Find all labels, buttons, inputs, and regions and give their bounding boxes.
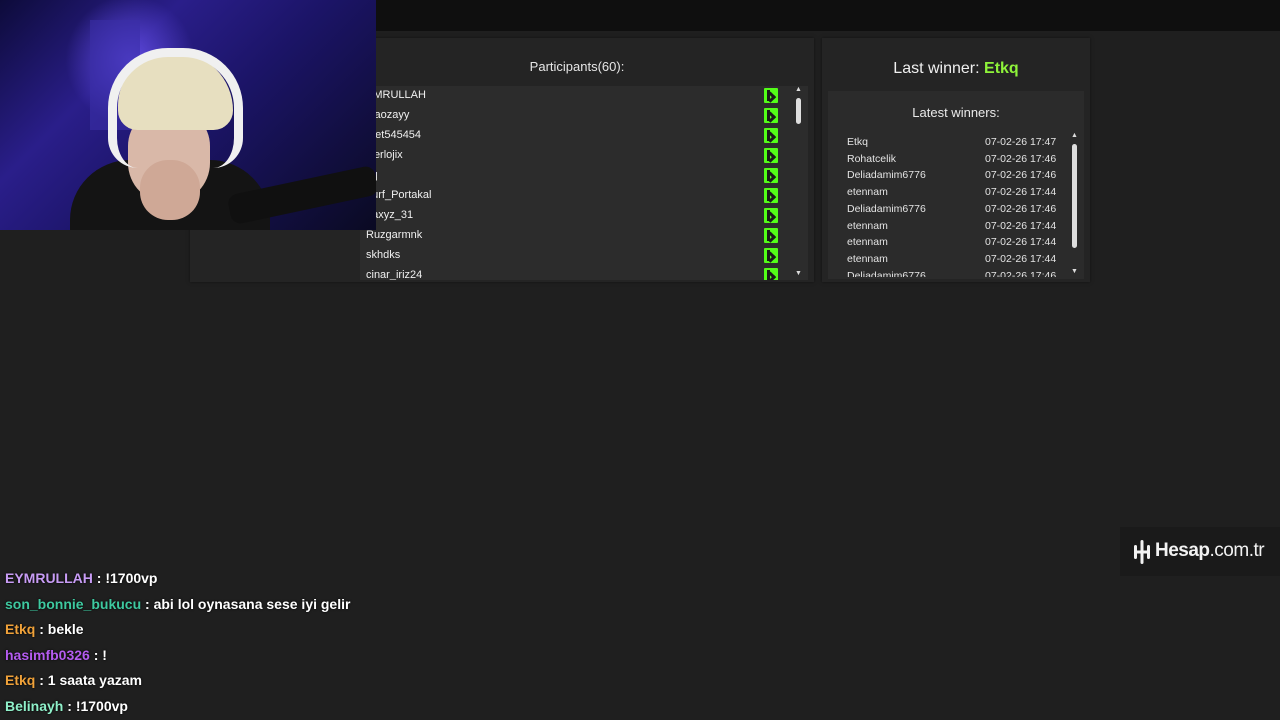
chat-text: ! (102, 646, 107, 663)
chat-message: Etkq : 1 saata yazam (5, 668, 605, 694)
participant-name: Ruzgarmnk (366, 229, 423, 241)
participant-name: cinar_iriz24 (366, 269, 423, 280)
winner-time: 07-02-26 17:44 (985, 252, 1057, 265)
winner-time: 07-02-26 17:44 (985, 219, 1057, 232)
webcam-overlay (0, 0, 376, 230)
participant-row[interactable]: lhaozayy (360, 106, 808, 126)
winner-row: etennam 07-02-26 17:44 (842, 235, 1072, 251)
participant-row[interactable]: nurf_Portakal (360, 186, 808, 206)
kick-logo-icon (764, 188, 778, 203)
participant-row[interactable]: YMRULLAH (360, 86, 808, 106)
kick-logo-icon (764, 168, 778, 183)
chat-separator: : (35, 621, 48, 638)
winner-name: Deliadamim6776 (847, 169, 926, 182)
chat-username: Etkq (5, 621, 36, 638)
participant-row[interactable]: cinar_iriz24 (360, 266, 808, 280)
chat-separator: : (63, 697, 76, 714)
chat-username: Etkq (5, 672, 36, 689)
chat-text: !1700vp (75, 697, 128, 714)
winner-time: 07-02-26 17:46 (985, 152, 1057, 165)
scroll-thumb[interactable] (1072, 144, 1077, 248)
scroll-thumb[interactable] (796, 98, 801, 124)
chat-separator: : (141, 595, 154, 612)
winners-panel: Last winner: Etkq Latest winners: Etkq 0… (822, 38, 1090, 282)
chat-text: 1 saata yazam (47, 672, 142, 689)
winner-name: Rohatcelik (847, 152, 897, 165)
winner-name: etennam (847, 252, 888, 265)
winner-name: etennam (847, 219, 888, 232)
triangle-down-icon[interactable]: ▼ (795, 270, 802, 277)
participant-row[interactable]: skhdks (360, 246, 808, 266)
participants-scrollbar[interactable]: ▲ ▼ (794, 86, 804, 280)
triangle-up-icon[interactable]: ▲ (795, 86, 802, 93)
logo-domain: .com.tr (1209, 540, 1265, 561)
winner-name: Etkq (847, 136, 869, 148)
latest-winners-box: Latest winners: Etkq 07-02-26 17:47 Rohat… (828, 91, 1084, 279)
winner-row: Deliadamim6776 07-02-26 17:46 (842, 269, 1072, 277)
participant-row[interactable]: kq (360, 166, 808, 186)
chat-separator: : (92, 570, 106, 586)
winner-time: 07-02-26 17:46 (985, 202, 1057, 215)
winner-name: etennam (847, 186, 888, 199)
chat-message: EYMRULLAH : !1700vp (5, 566, 605, 592)
chat-overlay: EYMRULLAH : !1700vp son_bonnie_bukucu : a… (5, 566, 605, 720)
last-winner-heading: Last winner: Etkq (822, 60, 1090, 78)
winner-row: etennam 07-02-26 17:44 (842, 252, 1072, 268)
participants-list[interactable]: YMRULLAH lhaozayy met545454 iserlojix kq… (360, 86, 808, 280)
winners-scrollbar[interactable]: ▲ ▼ (1070, 132, 1080, 278)
participant-row[interactable]: iserlojix (360, 146, 808, 166)
headphones-graphic (108, 48, 243, 168)
participant-row[interactable]: Ruzgarmnk (360, 226, 808, 246)
chat-separator: : (35, 672, 48, 689)
chat-username: Belinayh (5, 697, 64, 714)
winner-name: Deliadamim6776 (847, 202, 926, 215)
triangle-down-icon[interactable]: ▼ (1071, 268, 1078, 275)
winner-row: etennam 07-02-26 17:44 (842, 219, 1072, 235)
logo-brand: Hesap (1155, 540, 1210, 561)
chat-message: hasimfb0326 : ! (5, 643, 605, 669)
participant-name: skhdks (366, 249, 401, 261)
winner-row: Rohatcelik 07-02-26 17:46 (842, 152, 1072, 168)
chat-text: !1700vp (105, 570, 158, 586)
winner-row: Deliadamim6776 07-02-26 17:46 (842, 168, 1072, 184)
winner-name: Deliadamim6776 (847, 269, 926, 277)
winner-row: Etkq 07-02-26 17:47 (842, 135, 1072, 151)
participant-row[interactable]: met545454 (360, 126, 808, 146)
winner-time: 07-02-26 17:47 (985, 136, 1057, 148)
kick-logo-icon (764, 268, 778, 280)
hesap-logo-icon (1134, 540, 1150, 564)
winner-time: 07-02-26 17:46 (985, 269, 1057, 277)
kick-logo-icon (764, 228, 778, 243)
chat-text: bekle (47, 621, 84, 638)
chat-message: Belinayh : !1700vp (5, 694, 605, 720)
chat-username: EYMRULLAH (5, 570, 93, 586)
kick-logo-icon (764, 128, 778, 143)
winner-row: Deliadamim6776 07-02-26 17:46 (842, 202, 1072, 218)
kick-logo-icon (764, 208, 778, 223)
triangle-up-icon[interactable]: ▲ (1071, 132, 1078, 139)
chat-username: hasimfb0326 (5, 646, 90, 663)
chat-text: abi lol oynasana sese iyi gelir (153, 595, 351, 612)
hesap-logo: Hesap.com.tr (1120, 527, 1280, 576)
winner-time: 07-02-26 17:44 (985, 236, 1057, 249)
participant-row[interactable]: daxyz_31 (360, 206, 808, 226)
chat-message: son_bonnie_bukucu : abi lol oynasana ses… (5, 592, 605, 618)
kick-logo-icon (764, 108, 778, 123)
winner-time: 07-02-26 17:44 (985, 186, 1057, 199)
chat-separator: : (89, 646, 103, 663)
chat-message: Etkq : bekle (5, 617, 605, 643)
winner-name: etennam (847, 236, 888, 249)
winner-time: 07-02-26 17:46 (985, 169, 1057, 182)
chat-username: son_bonnie_bukucu (5, 595, 142, 612)
latest-winners-title: Latest winners: (912, 105, 1000, 120)
last-winner-name: Etkq (984, 60, 1019, 77)
kick-logo-icon (764, 148, 778, 163)
kick-logo-icon (764, 88, 778, 103)
last-winner-label: Last winner: (893, 60, 985, 77)
winner-row: etennam 07-02-26 17:44 (842, 185, 1072, 201)
kick-logo-icon (764, 248, 778, 263)
latest-winners-list[interactable]: Etkq 07-02-26 17:47 Rohatcelik 07-02-26 1… (842, 135, 1072, 277)
